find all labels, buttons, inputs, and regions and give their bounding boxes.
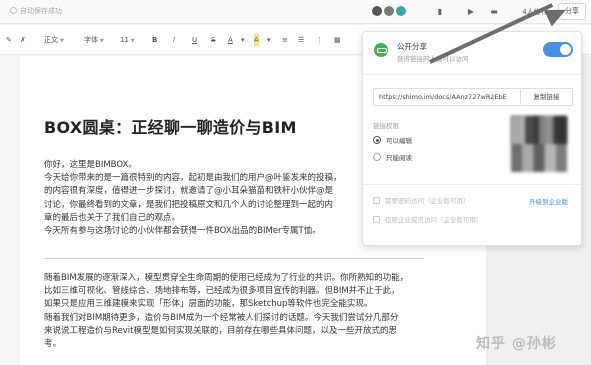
paragraph-line: 的内容很有深度，值得进一步探讨，就邀请了@小耳朵猫苗和铁杆小伙伴@是 — [44, 186, 334, 197]
radio-label: 只能阅读 — [386, 154, 412, 162]
chevron-down-icon: ▼ — [60, 38, 64, 44]
paragraph-style-dropdown[interactable]: 正文 ▼ — [44, 34, 64, 46]
link-icon — [374, 43, 388, 57]
copy-link-button[interactable]: 复制链接 — [521, 88, 573, 106]
highlight-button[interactable]: A — [254, 34, 259, 46]
checkbox[interactable] — [373, 197, 380, 204]
font-label: 字体 — [84, 36, 98, 44]
radio-label: 可以编辑 — [386, 137, 412, 145]
font-size-dropdown[interactable]: 11 ▼ — [120, 34, 135, 46]
share-title: 公开分享 — [397, 42, 427, 51]
paragraph-line: 今天给你带来的是一篇很特别的内容，起初是由我们的用户@叶鉴发来的投稿， — [44, 173, 342, 184]
document-title[interactable]: BOX圆桌：正经聊一聊造价与BIM — [44, 114, 297, 138]
paragraph-line: 如果只是应用三维建模来实现「形体」层面的功能，那Sketchup等软件也完全能实… — [44, 299, 373, 310]
clear-format-icon[interactable]: ✗ — [20, 34, 26, 46]
avatar[interactable] — [395, 5, 407, 17]
paragraph-line: 来说说工程造价与Revit模型是如何实现关联的，目前存在哪些具体问题，以及一些开… — [44, 325, 397, 336]
checkbox-label: 需要密码访问（企业版可用） — [385, 197, 470, 205]
ordered-list-icon[interactable]: ⋮ — [316, 34, 323, 46]
top-bar: 自动保存成功 ▮ ▶ ▬ 4人协作 分享 — [0, 0, 591, 24]
radio-can-edit[interactable]: 可以编辑 — [373, 136, 412, 146]
underline-button[interactable]: U — [192, 34, 197, 46]
font-dropdown[interactable]: 字体 ▼ — [84, 34, 104, 46]
paragraph-line: 讨论，你最终看到的文章，是我们把投稿原文和几个人的讨论整理到一起的内 — [44, 199, 334, 210]
document-paragraph-1[interactable]: 你好，这里是BIMBOX。 今天给你带来的是一篇很特别的内容，起初是由我们的用户… — [44, 159, 342, 238]
table-icon[interactable]: ▦ — [334, 34, 341, 46]
member-only-option[interactable]: 仅限企业成员访问（企业版可用） — [373, 215, 483, 225]
avatar[interactable] — [371, 5, 383, 17]
list-icon[interactable]: ☰ — [298, 34, 304, 46]
comment-icon[interactable]: ▬ — [486, 4, 502, 20]
share-url-field[interactable]: https://shimo.im/docs/AAnz727wR2EbE — [373, 88, 521, 106]
font-color-button[interactable]: A — [228, 34, 233, 46]
toggle-knob — [560, 44, 571, 55]
horizontal-rule — [44, 258, 424, 259]
checkbox-label: 仅限企业成员访问（企业版可用） — [385, 216, 483, 224]
checkbox[interactable] — [373, 216, 380, 223]
paragraph-line: 今天所有参与这场讨论的小伙伴都会获得一件BOX出品的BIMer专属T恤。 — [44, 226, 321, 237]
font-size-label: 11 — [120, 36, 129, 44]
format-painter-icon[interactable]: ✎ — [6, 34, 12, 46]
share-popover: 公开分享 获得链接的人都可以访问 https://shimo.im/docs/A… — [362, 31, 582, 246]
divider — [363, 184, 581, 185]
paragraph-line: 随着BIM发展的逐渐深入，模型贯穿全生命周期的使用已经成为了行业的共识。你所熟知… — [44, 273, 409, 283]
paragraph-line: 比如三维可视化、管线综合、场地排布等，已经成为很多项目宣传的利器。但BIM并不止… — [44, 286, 400, 297]
bold-button[interactable]: B — [152, 34, 157, 46]
watermark: 知乎 @孙彬 — [476, 336, 557, 352]
chevron-down-icon: ▼ — [130, 38, 135, 44]
paragraph-line: 随着我们对BIM期待更多，造价与BIM成为一个经常被人们探讨的话题。今天我们尝试… — [44, 312, 399, 323]
paragraph-line: 章的最后也关于了我们自己的观点。 — [44, 212, 181, 223]
share-header: 公开分享 获得链接的人都可以访问 — [363, 32, 581, 75]
chevron-down-icon: ▼ — [100, 38, 104, 44]
avatar[interactable] — [383, 5, 395, 17]
radio-button[interactable] — [373, 153, 381, 161]
chevron-down-icon[interactable]: ▾ — [241, 34, 245, 46]
autosave-text: 自动保存成功 — [20, 7, 62, 15]
chevron-down-icon[interactable]: ▾ — [267, 34, 271, 46]
play-icon[interactable]: ▶ — [463, 4, 479, 20]
paragraph-line: 考。 — [44, 339, 62, 350]
radio-read-only[interactable]: 只能阅读 — [373, 153, 412, 163]
radio-button[interactable] — [373, 136, 381, 144]
strikethrough-button[interactable]: S — [211, 34, 215, 46]
upgrade-link[interactable]: 升级到企业版 — [529, 196, 568, 206]
paragraph-style-label: 正文 — [44, 36, 58, 44]
paragraph-line: 你好，这里是BIMBOX。 — [44, 160, 137, 170]
document-paragraph-2[interactable]: 随着BIM发展的逐渐深入，模型贯穿全生命周期的使用已经成为了行业的共识。你所熟知… — [44, 272, 408, 351]
password-access-option[interactable]: 需要密码访问（企业版可用） — [373, 196, 470, 206]
italic-button[interactable]: I — [173, 34, 175, 46]
check-circle-icon — [10, 7, 17, 14]
public-share-toggle[interactable] — [543, 42, 573, 57]
permission-label: 链接权限 — [373, 122, 399, 130]
align-icon[interactable]: ≡ — [282, 34, 288, 46]
history-icon[interactable]: ▮ — [432, 4, 448, 20]
autosave-status: 自动保存成功 — [10, 6, 62, 16]
qr-code-image-detail — [511, 116, 567, 144]
page-margin-left — [0, 56, 20, 365]
